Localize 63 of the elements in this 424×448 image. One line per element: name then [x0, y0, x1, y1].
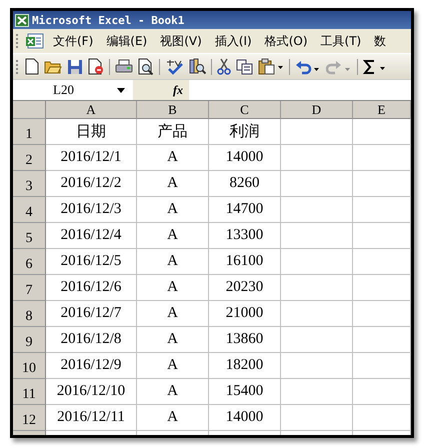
table-cell: 13860 [209, 327, 281, 353]
table-cell: 日期 [46, 119, 137, 145]
menu-item[interactable]: 视图(V) [157, 32, 207, 50]
row-header[interactable]: 2 [13, 145, 46, 171]
table-cell: 15400 [209, 379, 281, 405]
row-header[interactable]: 7 [13, 275, 46, 301]
row-header[interactable]: 11 [13, 379, 46, 405]
table-cell: 14000 [209, 405, 281, 431]
column-header[interactable]: A [46, 101, 137, 119]
row-header[interactable]: 12 [13, 405, 46, 431]
table-cell: 16100 [209, 249, 281, 275]
table-cell: 2016/12/10 [46, 379, 137, 405]
row-header[interactable]: 10 [13, 353, 46, 379]
menu-item[interactable]: 插入(I) [212, 32, 257, 50]
table-cell: 8260 [209, 171, 281, 197]
menu-item[interactable]: 文件(F) [50, 32, 98, 50]
menu-item[interactable]: 格式(O) [262, 32, 313, 50]
row-header[interactable]: 1 [13, 119, 46, 145]
table-cell: A [137, 405, 209, 431]
table-cell: 利润 [209, 119, 281, 145]
table-cell: 2016/12/11 [46, 405, 137, 431]
table-cell: A [137, 145, 209, 171]
table-cell: 2016/12/8 [46, 327, 137, 353]
table-cell: 20230 [209, 275, 281, 301]
column-header[interactable]: B [137, 101, 209, 119]
table-cell: 2016/12/1 [46, 145, 137, 171]
row-header[interactable]: 6 [13, 249, 46, 275]
row-header[interactable]: 5 [13, 223, 46, 249]
table-cell: 2016/12/3 [46, 197, 137, 223]
table-cell: 2016/12/6 [46, 275, 137, 301]
table-cell: 14700 [209, 197, 281, 223]
table-cell: 2016/12/5 [46, 249, 137, 275]
row-header[interactable]: 4 [13, 197, 46, 223]
table-cell: 2016/12/2 [46, 171, 137, 197]
row-header[interactable]: 8 [13, 301, 46, 327]
table-cell: 14000 [209, 145, 281, 171]
row-header[interactable]: 3 [13, 171, 46, 197]
table-cell: A [137, 275, 209, 301]
menu-item[interactable]: 工具(T) [318, 32, 366, 50]
table-cell: 18200 [209, 353, 281, 379]
table-cell: A [137, 379, 209, 405]
column-header[interactable]: D [281, 101, 353, 119]
table-cell: A [137, 197, 209, 223]
table-cell: 21000 [209, 301, 281, 327]
table-cell: 2016/12/4 [46, 223, 137, 249]
window-title: Microsoft Excel - Book1 [32, 14, 184, 26]
function-label[interactable]: fx [133, 80, 189, 100]
row-header[interactable]: 9 [13, 327, 46, 353]
menu-item[interactable]: 编辑(E) [103, 32, 152, 50]
table-cell: A [137, 353, 209, 379]
table-cell: 产品 [137, 119, 209, 145]
table-cell: A [137, 171, 209, 197]
column-header[interactable]: C [209, 101, 281, 119]
table-cell: 2016/12/7 [46, 301, 137, 327]
column-header[interactable]: E [353, 101, 411, 119]
table-cell: A [137, 327, 209, 353]
name-box[interactable]: L20 [13, 80, 133, 100]
table-cell: 13300 [209, 223, 281, 249]
menu-item[interactable]: 数 [371, 32, 392, 50]
table-cell: A [137, 223, 209, 249]
table-cell: A [137, 301, 209, 327]
table-cell: 2016/12/9 [46, 353, 137, 379]
table-cell: A [137, 249, 209, 275]
